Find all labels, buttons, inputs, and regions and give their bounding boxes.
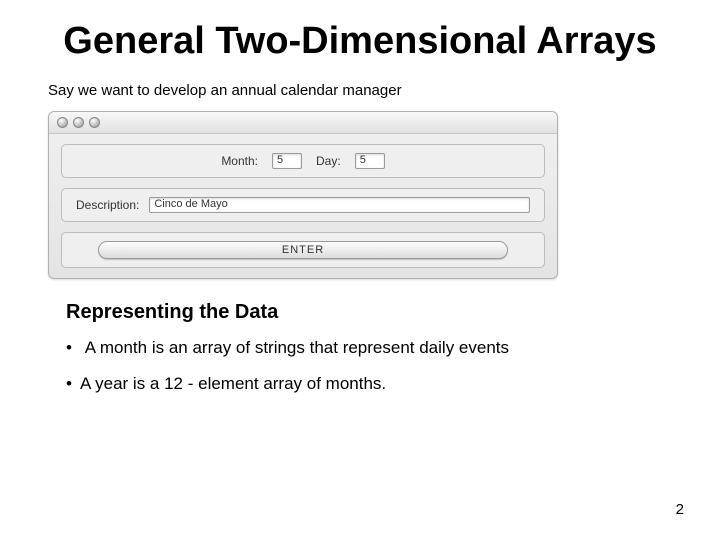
month-input[interactable]: 5 <box>272 153 302 169</box>
bullet-2: •A year is a 12 - element array of month… <box>66 374 672 394</box>
enter-panel: ENTER <box>61 232 545 268</box>
calendar-window: Month: 5 Day: 5 Description: Cinco de Ma… <box>48 111 558 279</box>
slide-title: General Two-Dimensional Arrays <box>48 20 672 64</box>
description-panel: Description: Cinco de Mayo <box>61 188 545 222</box>
intro-text: Say we want to develop an annual calenda… <box>48 82 672 99</box>
window-titlebar <box>49 112 557 134</box>
minimize-icon[interactable] <box>73 117 84 128</box>
bullet-2-text: A year is a 12 - element array of months… <box>80 374 386 393</box>
month-label: Month: <box>221 154 258 168</box>
close-icon[interactable] <box>57 117 68 128</box>
description-label: Description: <box>76 198 139 212</box>
zoom-icon[interactable] <box>89 117 100 128</box>
day-label: Day: <box>316 154 341 168</box>
enter-button[interactable]: ENTER <box>98 241 508 259</box>
bullet-1-text: A month is an array of strings that repr… <box>85 338 509 357</box>
subheading: Representing the Data <box>66 301 672 324</box>
day-input[interactable]: 5 <box>355 153 385 169</box>
date-panel: Month: 5 Day: 5 <box>61 144 545 178</box>
page-number: 2 <box>676 501 684 518</box>
description-input[interactable]: Cinco de Mayo <box>149 197 530 213</box>
bullet-1: • A month is an array of strings that re… <box>66 338 672 358</box>
